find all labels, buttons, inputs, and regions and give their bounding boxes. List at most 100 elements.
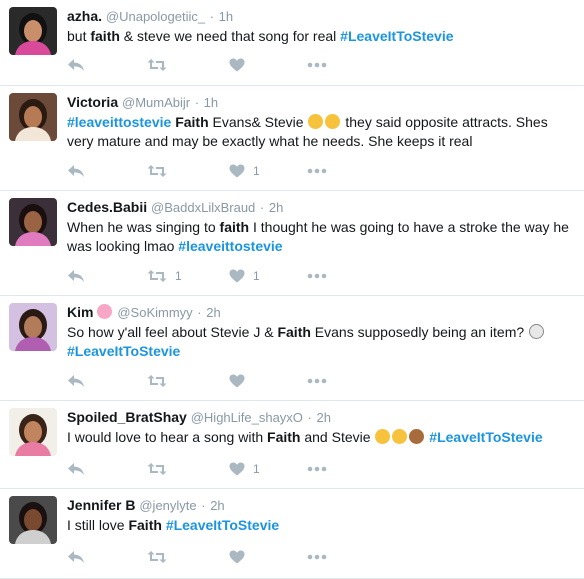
tweet-content: Victoria @MumAbijr · 1h #leaveittostevie … (67, 93, 576, 151)
more-dots-icon (307, 554, 327, 560)
tweet-item[interactable]: Cedes.Babii @BaddxLilxBraud · 2h When he … (0, 191, 584, 296)
tweet-item[interactable]: Victoria @MumAbijr · 1h #leaveittostevie … (0, 86, 584, 191)
tweet-timestamp[interactable]: 2h (269, 200, 283, 215)
more-button[interactable] (307, 372, 327, 390)
tweet-text: So how y'all feel about Stevie J & Faith… (67, 323, 576, 361)
reply-arrow-icon (67, 164, 85, 178)
hashtag-link[interactable]: #LeaveItToStevie (67, 343, 180, 359)
author-handle[interactable]: @MumAbijr (122, 95, 190, 110)
like-button[interactable]: 1 (229, 460, 260, 478)
hashtag-link[interactable]: #leaveittostevie (178, 238, 282, 254)
avatar[interactable] (9, 93, 57, 141)
tweet-item[interactable]: Kim @SoKimmyy · 2h So how y'all feel abou… (0, 296, 584, 401)
author-name[interactable]: Jennifer B (67, 497, 135, 513)
tweet-content: azha. @Unapologetiic_ · 1h but faith & st… (67, 7, 576, 46)
retweet-button[interactable] (147, 56, 175, 74)
tweet-text-segment: and Stevie (300, 429, 375, 445)
retweet-button[interactable] (147, 162, 175, 180)
avatar[interactable] (9, 408, 57, 456)
like-count: 1 (253, 462, 260, 476)
author-name[interactable]: Cedes.Babii (67, 199, 147, 215)
tweet-item[interactable]: Spoiled_BratShay @HighLife_shayxO · 2h I … (0, 401, 584, 489)
more-dots-icon (307, 62, 327, 68)
heart-icon (229, 58, 245, 72)
tweet-timestamp[interactable]: 2h (316, 410, 330, 425)
tweet-content: Cedes.Babii @BaddxLilxBraud · 2h When he … (67, 198, 576, 256)
retweet-button[interactable] (147, 548, 175, 566)
like-button[interactable]: 1 (229, 267, 260, 285)
heart-icon (229, 374, 245, 388)
hashtag-link[interactable]: #LeaveItToStevie (429, 429, 542, 445)
reply-button[interactable] (67, 162, 85, 180)
tweet-text: but faith & steve we need that song for … (67, 27, 576, 46)
heart-icon (229, 550, 245, 564)
reply-button[interactable] (67, 548, 85, 566)
tweet-item[interactable]: Jennifer B @jenylyte · 2h I still love Fa… (0, 489, 584, 579)
tweet-timestamp[interactable]: 2h (210, 498, 224, 513)
tweet-header: Spoiled_BratShay @HighLife_shayxO · 2h (67, 408, 576, 427)
highlighted-keyword: faith (90, 28, 120, 44)
raised-hands-emoji-icon (409, 429, 425, 444)
author-handle[interactable]: @jenylyte (139, 498, 196, 513)
tweet-actions: 11 (67, 267, 584, 285)
like-button[interactable] (229, 372, 253, 390)
retweet-arrows-icon (147, 164, 167, 178)
retweet-arrows-icon (147, 374, 167, 388)
author-name[interactable]: Victoria (67, 94, 118, 110)
tweet-item[interactable]: azha. @Unapologetiic_ · 1h but faith & st… (0, 0, 584, 86)
tweet-text: I would love to hear a song with Faith a… (67, 428, 576, 447)
tweet-header: azha. @Unapologetiic_ · 1h (67, 7, 576, 26)
reply-button[interactable] (67, 56, 85, 74)
tweet-header: Jennifer B @jenylyte · 2h (67, 496, 576, 515)
heart-icon (229, 164, 245, 178)
like-button[interactable] (229, 56, 253, 74)
highlighted-keyword: Faith (277, 324, 311, 340)
tweet-text-segment: I still love (67, 517, 129, 533)
author-name[interactable]: Kim (67, 304, 93, 320)
retweet-button[interactable]: 1 (147, 267, 182, 285)
author-name[interactable]: Spoiled_BratShay (67, 409, 187, 425)
more-button[interactable] (307, 460, 327, 478)
more-button[interactable] (307, 162, 327, 180)
tweet-text: I still love Faith #LeaveItToStevie (67, 516, 576, 535)
hashtag-link[interactable]: #leaveittostevie (67, 114, 171, 130)
cherry-blossom-emoji-icon (97, 304, 113, 319)
avatar[interactable] (9, 198, 57, 246)
hashtag-link[interactable]: #LeaveItToStevie (166, 517, 279, 533)
author-handle[interactable]: @SoKimmyy (117, 305, 192, 320)
avatar[interactable] (9, 303, 57, 351)
tweet-timestamp[interactable]: 2h (206, 305, 220, 320)
avatar[interactable] (9, 7, 57, 55)
avatar[interactable] (9, 496, 57, 544)
tweet-text-segment: Evans supposedly being an item? (310, 324, 529, 340)
more-button[interactable] (307, 56, 327, 74)
reply-button[interactable] (67, 372, 85, 390)
like-button[interactable]: 1 (229, 162, 260, 180)
more-button[interactable] (307, 548, 327, 566)
tweet-text-segment: but (67, 28, 91, 44)
retweet-button[interactable] (147, 372, 175, 390)
separator-dot: · (206, 9, 218, 24)
tweet-text-segment: When he was singing to (67, 219, 220, 235)
tweet-text-segment: & steve we need that song for real (119, 28, 341, 44)
tweet-timestamp[interactable]: 1h (219, 9, 233, 24)
author-name[interactable]: azha. (67, 8, 102, 24)
author-handle[interactable]: @BaddxLilxBraud (151, 200, 255, 215)
more-button[interactable] (307, 267, 327, 285)
reply-arrow-icon (67, 58, 85, 72)
thinking-face-emoji-icon (325, 114, 341, 129)
tweet-text-segment: I would love to hear a song with (67, 429, 268, 445)
hashtag-link[interactable]: #LeaveItToStevie (340, 28, 453, 44)
tweet-actions: 1 (67, 460, 584, 478)
separator-dot: · (193, 305, 206, 320)
highlighted-keyword: Faith (267, 429, 301, 445)
reply-button[interactable] (67, 267, 85, 285)
author-handle[interactable]: @Unapologetiic_ (106, 9, 205, 24)
tweet-timestamp[interactable]: 1h (204, 95, 218, 110)
like-button[interactable] (229, 548, 253, 566)
retweet-button[interactable] (147, 460, 175, 478)
reply-button[interactable] (67, 460, 85, 478)
reply-arrow-icon (67, 550, 85, 564)
separator-dot: · (197, 498, 210, 513)
author-handle[interactable]: @HighLife_shayxO (191, 410, 303, 425)
